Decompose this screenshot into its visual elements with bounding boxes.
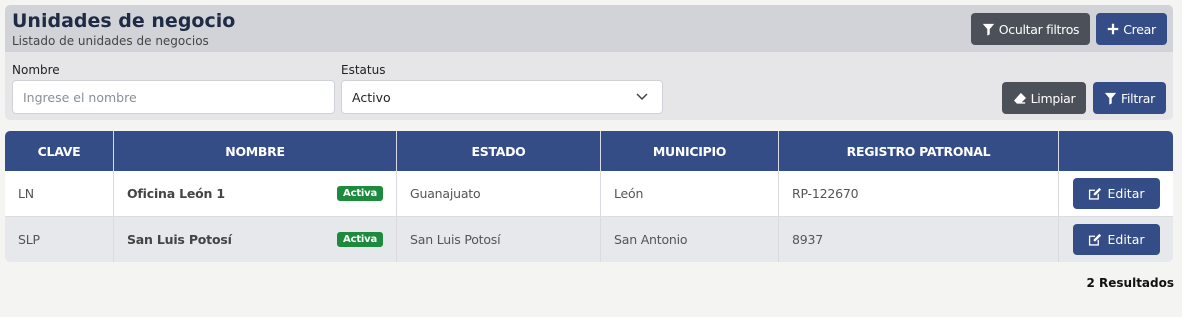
page-title: Unidades de negocio — [12, 10, 236, 32]
table-row: LN Oficina León 1 Activa Guanajuato León… — [5, 171, 1173, 216]
cell-nombre: San Luis Potosí Activa — [114, 217, 397, 262]
edit-button[interactable]: Editar — [1073, 178, 1160, 209]
column-header-municipio[interactable]: MUNICIPIO — [601, 131, 779, 171]
column-header-actions — [1059, 131, 1173, 171]
cell-clave: LN — [5, 171, 114, 216]
cell-registro-patronal: 8937 — [779, 217, 1059, 262]
edit-label: Editar — [1107, 232, 1145, 247]
chevron-down-icon — [636, 93, 648, 101]
name-filter-placeholder: Ingrese el nombre — [23, 89, 137, 105]
status-badge: Activa — [337, 232, 383, 247]
filter-icon — [982, 23, 994, 36]
column-header-registro-patronal[interactable]: REGISTRO PATRONAL — [779, 131, 1059, 171]
page-subtitle: Listado de unidades de negocios — [12, 34, 209, 48]
name-filter-input[interactable]: Ingrese el nombre — [12, 80, 335, 114]
cell-registro-patronal: RP-122670 — [779, 171, 1059, 216]
edit-button[interactable]: Editar — [1073, 224, 1160, 255]
cell-nombre: Oficina León 1 Activa — [114, 171, 397, 216]
cell-estado: Guanajuato — [397, 171, 601, 216]
create-button[interactable]: Crear — [1096, 13, 1167, 45]
cell-clave: SLP — [5, 217, 114, 262]
hide-filters-label: Ocultar filtros — [998, 21, 1080, 37]
business-units-table: CLAVE NOMBRE ESTADO MUNICIPIO REGISTRO P… — [5, 131, 1173, 262]
edit-icon — [1089, 187, 1102, 200]
column-header-clave[interactable]: CLAVE — [5, 131, 114, 171]
results-count: 2 Resultados — [1086, 276, 1174, 290]
filter-label: Filtrar — [1121, 90, 1155, 106]
cell-estado: San Luis Potosí — [397, 217, 601, 262]
filter-button[interactable]: Filtrar — [1093, 82, 1166, 114]
cell-municipio: León — [601, 171, 779, 216]
name-filter-label: Nombre — [12, 63, 60, 77]
status-badge: Activa — [337, 186, 383, 201]
clear-button[interactable]: Limpiar — [1002, 82, 1086, 114]
table-header: CLAVE NOMBRE ESTADO MUNICIPIO REGISTRO P… — [5, 131, 1173, 171]
hide-filters-button[interactable]: Ocultar filtros — [971, 13, 1090, 45]
filter-icon — [1104, 92, 1117, 105]
eraser-icon — [1013, 92, 1026, 104]
edit-label: Editar — [1107, 186, 1145, 201]
status-select-value: Activo — [352, 89, 391, 105]
table-row: SLP San Luis Potosí Activa San Luis Poto… — [5, 217, 1173, 262]
cell-nombre-text: San Luis Potosí — [127, 232, 232, 247]
cell-municipio: San Antonio — [601, 217, 779, 262]
status-select[interactable]: Activo — [341, 80, 663, 114]
plus-icon — [1107, 23, 1119, 35]
edit-icon — [1089, 233, 1102, 246]
cell-nombre-text: Oficina León 1 — [127, 186, 225, 201]
column-header-nombre[interactable]: NOMBRE — [114, 131, 397, 171]
column-header-estado[interactable]: ESTADO — [397, 131, 601, 171]
clear-label: Limpiar — [1030, 90, 1076, 106]
create-label: Crear — [1123, 21, 1156, 37]
status-filter-label: Estatus — [341, 63, 386, 77]
